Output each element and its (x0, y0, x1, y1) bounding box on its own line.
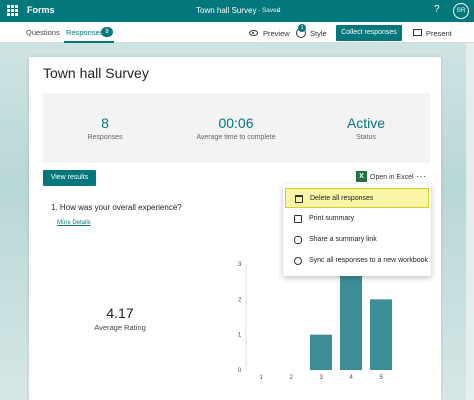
page-title: Town hall Survey (43, 65, 149, 81)
eye-icon (249, 30, 258, 36)
app-name[interactable]: Forms (27, 5, 55, 15)
bar-rating-5[interactable] (370, 299, 392, 370)
stats-panel: 8 Responses 00:06 Average time to comple… (43, 93, 430, 163)
x-tick-label: 1 (260, 375, 264, 381)
avg-time-label: Average time to complete (196, 134, 276, 141)
link-icon (294, 236, 302, 244)
menu-item-label: Print summary (309, 215, 355, 222)
menu-item-delete-all-responses[interactable]: Delete all responses (285, 188, 429, 208)
responses-count-badge: 8 (101, 27, 113, 37)
view-results-button[interactable]: View results (43, 170, 96, 186)
menu-item-print-summary[interactable]: Print summary (285, 209, 429, 229)
more-options-icon[interactable]: ··· (416, 171, 427, 181)
present-button[interactable]: Present (426, 29, 452, 38)
present-icon (413, 29, 422, 36)
tab-questions[interactable]: Questions (26, 28, 60, 37)
x-tick-label: 4 (350, 375, 354, 381)
more-details-link[interactable]: More Details (57, 220, 91, 226)
more-options-menu: Delete all responses Print summary Share… (283, 184, 431, 276)
average-rating-value: 4.17 (106, 305, 134, 321)
x-tick-label: 2 (290, 375, 294, 381)
help-icon[interactable]: ? (434, 4, 440, 15)
bar-rating-3[interactable] (310, 334, 332, 370)
menu-item-label: Sync all responses to a new workbook (309, 257, 429, 264)
style-button[interactable]: Style (310, 29, 327, 38)
x-tick-label: 3 (320, 375, 324, 381)
avatar[interactable]: SR (453, 3, 469, 19)
responses-label: Responses (87, 134, 123, 141)
excel-icon: X (356, 171, 367, 182)
status-label: Status (356, 134, 376, 141)
y-tick-label: 0 (238, 368, 242, 374)
print-icon (294, 215, 302, 223)
menu-item-share-summary-link[interactable]: Share a summary link (285, 230, 429, 250)
bar-rating-4[interactable] (340, 264, 362, 370)
menu-item-sync-to-workbook[interactable]: Sync all responses to a new workbook (285, 251, 429, 271)
y-tick-label: 2 (238, 297, 242, 303)
collect-responses-button[interactable]: Collect responses (336, 25, 402, 41)
app-header: Forms Town hall Survey - Saved ⌄ ? SR (0, 0, 474, 22)
menu-item-label: Delete all responses (310, 195, 374, 202)
responses-count: 8 (101, 115, 109, 131)
open-in-excel-link[interactable]: Open in Excel (370, 174, 414, 181)
menu-item-label: Share a summary link (309, 236, 377, 243)
app-launcher-icon[interactable] (7, 5, 18, 16)
x-tick-label: 5 (380, 375, 384, 381)
scrollbar[interactable] (466, 43, 474, 400)
average-rating-label: Average Rating (94, 323, 146, 332)
preview-button[interactable]: Preview (263, 29, 290, 38)
tab-responses[interactable]: Responses (66, 28, 104, 37)
avg-time-value: 00:06 (218, 115, 254, 131)
status-value: Active (346, 115, 386, 131)
y-tick-label: 1 (238, 333, 242, 339)
document-title[interactable]: Town hall Survey (196, 6, 256, 15)
sync-icon (294, 257, 302, 265)
question-title: 1. How was your overall experience? (51, 203, 182, 212)
chevron-down-icon[interactable]: ⌄ (276, 6, 282, 14)
command-bar: Questions Responses 8 Preview 1 Style (0, 22, 474, 43)
style-badge: 1 (298, 24, 306, 32)
y-tick-label: 3 (238, 262, 242, 268)
trash-icon (295, 195, 303, 203)
